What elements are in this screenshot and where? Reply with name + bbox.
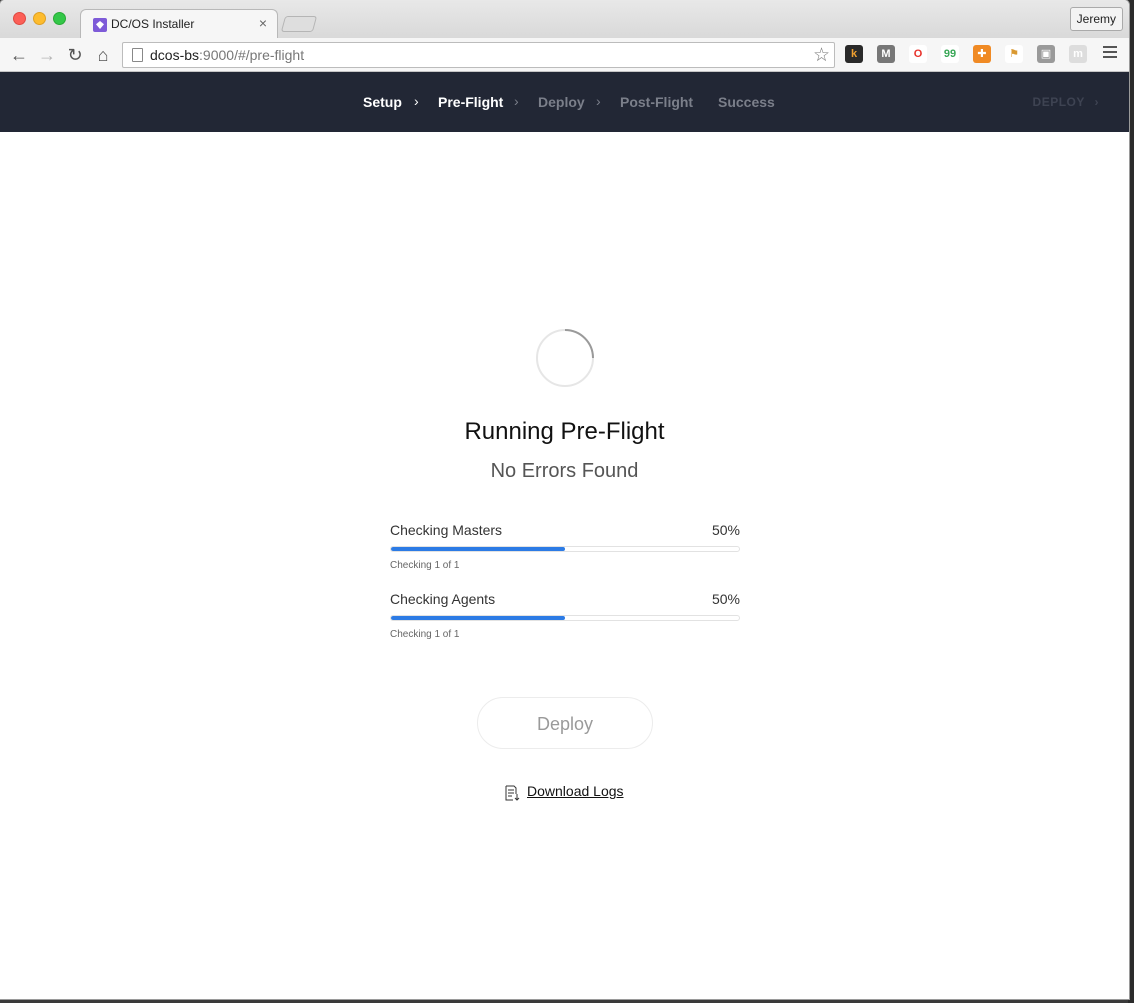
deploy-button[interactable]: Deploy bbox=[477, 697, 653, 749]
browser-window: DC/OS Installer × Jeremy ← → ↻ ⌂ dcos-bs… bbox=[0, 0, 1129, 999]
forward-button[interactable]: → bbox=[36, 44, 58, 66]
reload-button[interactable]: ↻ bbox=[64, 44, 86, 66]
close-window-button[interactable] bbox=[13, 12, 26, 25]
browser-toolbar: ← → ↻ ⌂ dcos-bs:9000/#/pre-flight ☆ kMO9… bbox=[0, 38, 1129, 72]
main-content: Running Pre-Flight No Errors Found Check… bbox=[0, 132, 1129, 999]
url-host: dcos-bs bbox=[150, 47, 200, 63]
step-setup[interactable]: Setup bbox=[363, 94, 402, 110]
back-button[interactable]: ← bbox=[8, 44, 30, 66]
page-icon bbox=[132, 48, 143, 62]
minimize-window-button[interactable] bbox=[33, 12, 46, 25]
progress-fill bbox=[391, 547, 565, 551]
k-extension-icon[interactable]: k bbox=[845, 45, 863, 63]
status-subtitle: No Errors Found bbox=[490, 460, 639, 482]
header-deploy-label: DEPLOY bbox=[1032, 95, 1085, 109]
header-deploy-button[interactable]: DEPLOY › bbox=[1033, 95, 1099, 109]
chevron-right-icon: › bbox=[514, 93, 519, 109]
step-post-flight[interactable]: Post-Flight bbox=[620, 94, 693, 110]
progress-detail: Checking 1 of 1 bbox=[390, 560, 460, 571]
step-deploy[interactable]: Deploy bbox=[538, 94, 585, 110]
chevron-right-icon: › bbox=[596, 93, 601, 109]
chevron-right-icon: › bbox=[414, 93, 419, 109]
step-pre-flight[interactable]: Pre-Flight bbox=[438, 94, 503, 110]
progress-fill bbox=[391, 616, 565, 620]
progress-detail: Checking 1 of 1 bbox=[390, 629, 460, 640]
tab-close-icon[interactable]: × bbox=[259, 15, 267, 31]
browser-menu-button[interactable] bbox=[1103, 46, 1117, 61]
lifebuoy-extension-icon[interactable]: ✚ bbox=[973, 45, 991, 63]
tab-title: DC/OS Installer bbox=[111, 17, 195, 31]
flag-extension-icon[interactable]: ⚑ bbox=[1005, 45, 1023, 63]
opera-extension-icon[interactable]: O bbox=[909, 45, 927, 63]
url-text[interactable]: dcos-bs:9000/#/pre-flight bbox=[150, 47, 304, 63]
download-document-icon bbox=[505, 785, 520, 801]
box-extension-icon[interactable]: ▣ bbox=[1037, 45, 1055, 63]
hangouts-extension-icon[interactable]: 99 bbox=[941, 45, 959, 63]
step-navigation: Setup Pre-Flight Deploy Post-Flight Success ›… bbox=[0, 72, 1129, 132]
address-bar[interactable]: dcos-bs:9000/#/pre-flight ☆ bbox=[122, 42, 835, 68]
progress-percent: 50% bbox=[711, 591, 740, 607]
step-success[interactable]: Success bbox=[718, 94, 775, 110]
page-title: Running Pre-Flight bbox=[464, 418, 665, 445]
new-tab-button[interactable] bbox=[280, 16, 318, 32]
profile-button[interactable]: Jeremy bbox=[1069, 7, 1123, 31]
tab-bar: DC/OS Installer × Jeremy bbox=[0, 0, 1129, 39]
download-logs-label[interactable]: Download Logs bbox=[527, 783, 624, 799]
progress-bar bbox=[390, 615, 740, 621]
progress-percent: 50% bbox=[711, 522, 740, 538]
maximize-window-button[interactable] bbox=[53, 12, 66, 25]
installer-header: Setup Pre-Flight Deploy Post-Flight Success ›… bbox=[0, 72, 1129, 132]
bookmark-star-icon[interactable]: ☆ bbox=[813, 44, 830, 67]
progress-label: Checking Agents bbox=[390, 591, 496, 607]
progress-label: Checking Masters bbox=[390, 522, 503, 538]
url-path: :9000/#/pre-flight bbox=[199, 47, 305, 63]
progress-bar bbox=[390, 546, 740, 552]
m-extension-icon[interactable]: M bbox=[877, 45, 895, 63]
chevron-right-icon: › bbox=[1094, 95, 1099, 109]
home-button[interactable]: ⌂ bbox=[92, 44, 114, 66]
m-circle-extension-icon[interactable]: m bbox=[1069, 45, 1087, 63]
browser-tab[interactable]: DC/OS Installer × bbox=[80, 9, 278, 39]
dcos-favicon-icon bbox=[93, 18, 107, 32]
loading-spinner-icon bbox=[536, 329, 594, 387]
